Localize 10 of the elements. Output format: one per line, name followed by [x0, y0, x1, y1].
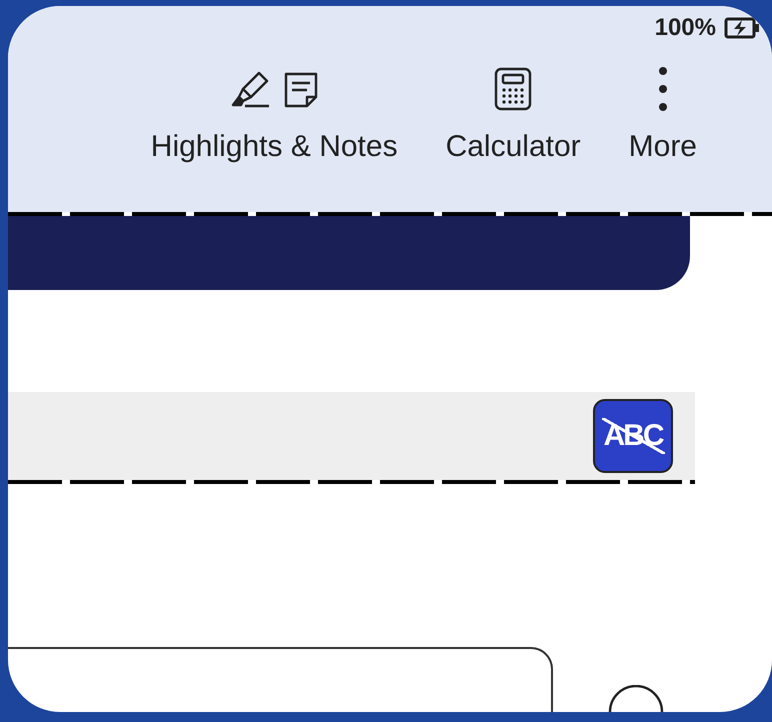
battery-charging-icon — [724, 17, 760, 39]
highlighter-icon — [229, 69, 272, 109]
calculator-button[interactable]: Calculator — [446, 66, 581, 162]
answer-choice-box[interactable] — [8, 647, 553, 712]
calculator-icon — [494, 67, 532, 111]
note-icon — [283, 71, 320, 109]
more-button[interactable]: More — [628, 66, 697, 162]
highlights-notes-button[interactable]: Highlights & Notes — [150, 66, 398, 162]
battery-percentage: 100% — [654, 13, 716, 43]
more-icon — [658, 66, 668, 112]
